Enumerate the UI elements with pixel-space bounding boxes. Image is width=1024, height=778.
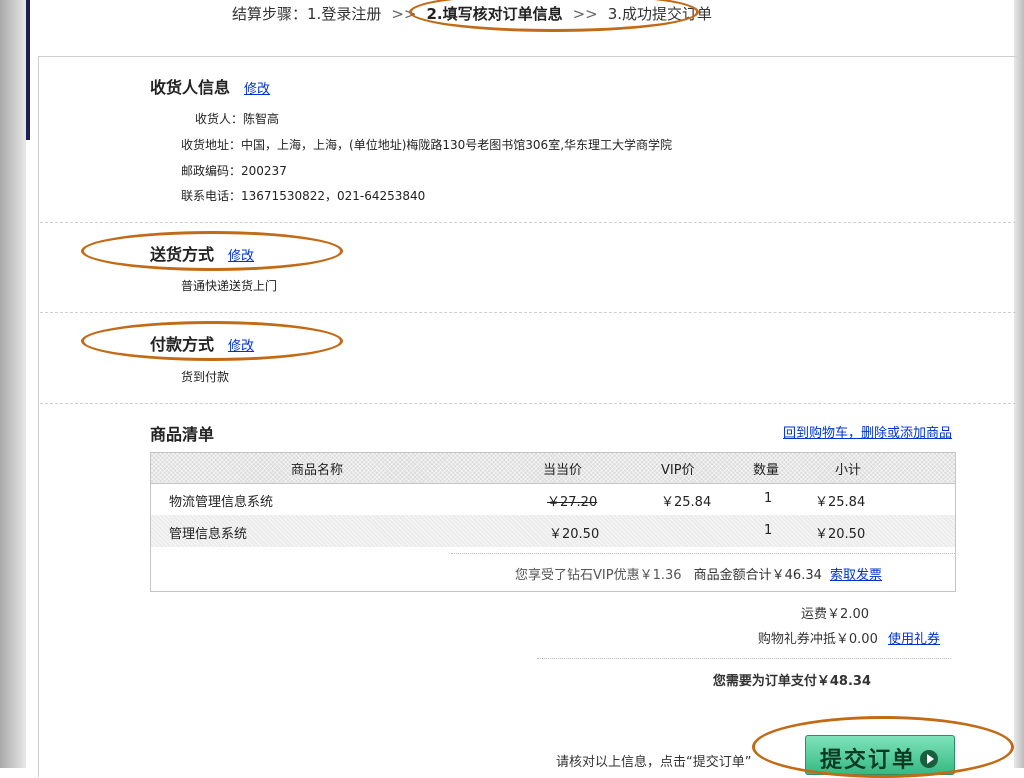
table-summary: 您享受了钻石VIP优惠￥1.36 商品金额合计￥46.34 索取发票 <box>515 564 882 583</box>
window-frame-left <box>0 0 26 768</box>
item-vip-price: ￥25.84 <box>661 495 712 510</box>
consignee-title: 收货人信息 <box>150 78 231 97</box>
consignee-address-line: 收货地址：中国，上海，上海，(单位地址)梅陇路130号老图书馆306室,华东理工… <box>181 136 672 153</box>
consignee-zip: 200237 <box>241 164 287 178</box>
items-title: 商品清单 <box>150 425 215 444</box>
delivery-title: 送货方式 <box>150 245 215 264</box>
coupon-line: 购物礼券冲抵￥0.00 使用礼券 <box>758 628 940 647</box>
payment-title: 付款方式 <box>150 335 215 354</box>
checkout-steps: 结算步骤：1.登录注册 >> 2.填写核对订单信息 >> 3.成功提交订单 <box>232 3 712 24</box>
delivery-method: 普通快递送货上门 <box>181 279 278 293</box>
item-subtotal: ￥20.50 <box>815 527 866 542</box>
steps-label: 结算步骤： <box>232 5 308 23</box>
consignee-name-line: 收货人：陈智高 <box>195 110 279 127</box>
delivery-section-title: 送货方式 修改 <box>150 241 254 265</box>
consignee-address-label: 收货地址： <box>181 138 242 152</box>
col-header-vip: VIP价 <box>661 463 695 478</box>
item-subtotal: ￥25.84 <box>815 495 866 510</box>
item-qty: 1 <box>764 523 773 538</box>
section-divider <box>40 403 1016 404</box>
use-coupon-link[interactable]: 使用礼券 <box>888 632 940 647</box>
consignee-phone-line: 联系电话：13671530822，021-64253840 <box>181 187 425 204</box>
consignee-phone-label: 联系电话： <box>181 189 242 203</box>
section-divider <box>40 222 1016 223</box>
consignee-address: 中国，上海，上海，(单位地址)梅陇路130号老图书馆306室,华东理工大学商学院 <box>241 138 673 152</box>
submit-order-label: 提交订单 <box>820 748 917 773</box>
submit-hint: 请核对以上信息，点击“提交订单” <box>556 755 752 770</box>
step-login: 1.登录注册 <box>307 5 382 23</box>
total-divider <box>537 658 951 659</box>
table-inner-divider <box>451 553 955 554</box>
consignee-section-title: 收货人信息 修改 <box>150 74 270 98</box>
item-price: ￥20.50 <box>549 527 600 542</box>
section-divider <box>40 312 1016 313</box>
invoice-link[interactable]: 索取发票 <box>830 568 882 583</box>
step-fill-order: 2.填写核对订单信息 <box>426 5 563 23</box>
play-arrow-icon <box>920 750 939 768</box>
vip-discount: 您享受了钻石VIP优惠￥1.36 <box>515 568 682 583</box>
item-name[interactable]: 管理信息系统 <box>169 523 247 542</box>
submit-order-button[interactable]: 提交订单 <box>805 735 955 775</box>
item-name[interactable]: 物流管理信息系统 <box>169 491 273 510</box>
payment-edit-link[interactable]: 修改 <box>228 339 254 354</box>
delivery-edit-link[interactable]: 修改 <box>228 249 254 264</box>
consignee-phone: 13671530822，021-64253840 <box>241 189 426 203</box>
consignee-zip-label: 邮政编码： <box>181 164 242 178</box>
window-frame-accent <box>26 0 30 140</box>
consignee-name-label: 收货人： <box>195 112 244 126</box>
back-to-cart-link[interactable]: 回到购物车，删除或添加商品 <box>783 422 952 441</box>
shipping-fee: 运费￥2.00 <box>801 607 869 622</box>
col-header-qty: 数量 <box>753 463 780 478</box>
items-table: 商品名称 当当价 VIP价 数量 小计 物流管理信息系统 ￥27.20 ￥25.… <box>150 452 956 592</box>
coupon-deduction: 购物礼券冲抵￥0.00 <box>757 632 878 647</box>
consignee-zip-line: 邮政编码：200237 <box>181 162 287 179</box>
payment-method: 货到付款 <box>181 370 230 384</box>
col-header-name: 商品名称 <box>291 463 344 478</box>
step-submit: 3.成功提交订单 <box>607 5 713 23</box>
consignee-edit-link[interactable]: 修改 <box>244 82 270 97</box>
step-separator: >> <box>391 5 417 23</box>
items-amount: 商品金额合计￥46.34 <box>693 568 822 583</box>
order-total: 您需要为订单支付￥48.34 <box>712 674 871 689</box>
consignee-name: 陈智高 <box>243 112 280 126</box>
step-separator: >> <box>572 5 598 23</box>
item-qty: 1 <box>764 491 773 506</box>
col-header-subtotal: 小计 <box>835 463 862 478</box>
item-price: ￥27.20 <box>547 495 598 510</box>
payment-section-title: 付款方式 修改 <box>150 331 254 355</box>
table-header: 商品名称 当当价 VIP价 数量 小计 <box>151 453 955 484</box>
col-header-price: 当当价 <box>543 463 583 478</box>
